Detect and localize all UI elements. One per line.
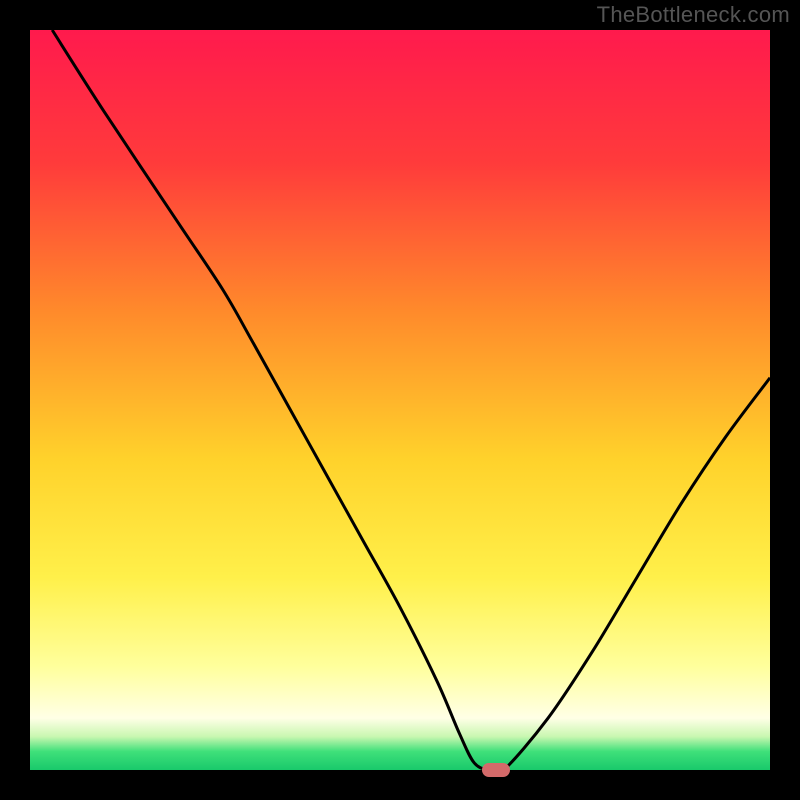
curve-layer — [30, 30, 770, 770]
chart-frame: TheBottleneck.com — [0, 0, 800, 800]
optimal-marker — [482, 763, 510, 777]
plot-area — [30, 30, 770, 770]
bottleneck-curve — [52, 30, 770, 770]
watermark-text: TheBottleneck.com — [597, 2, 790, 28]
